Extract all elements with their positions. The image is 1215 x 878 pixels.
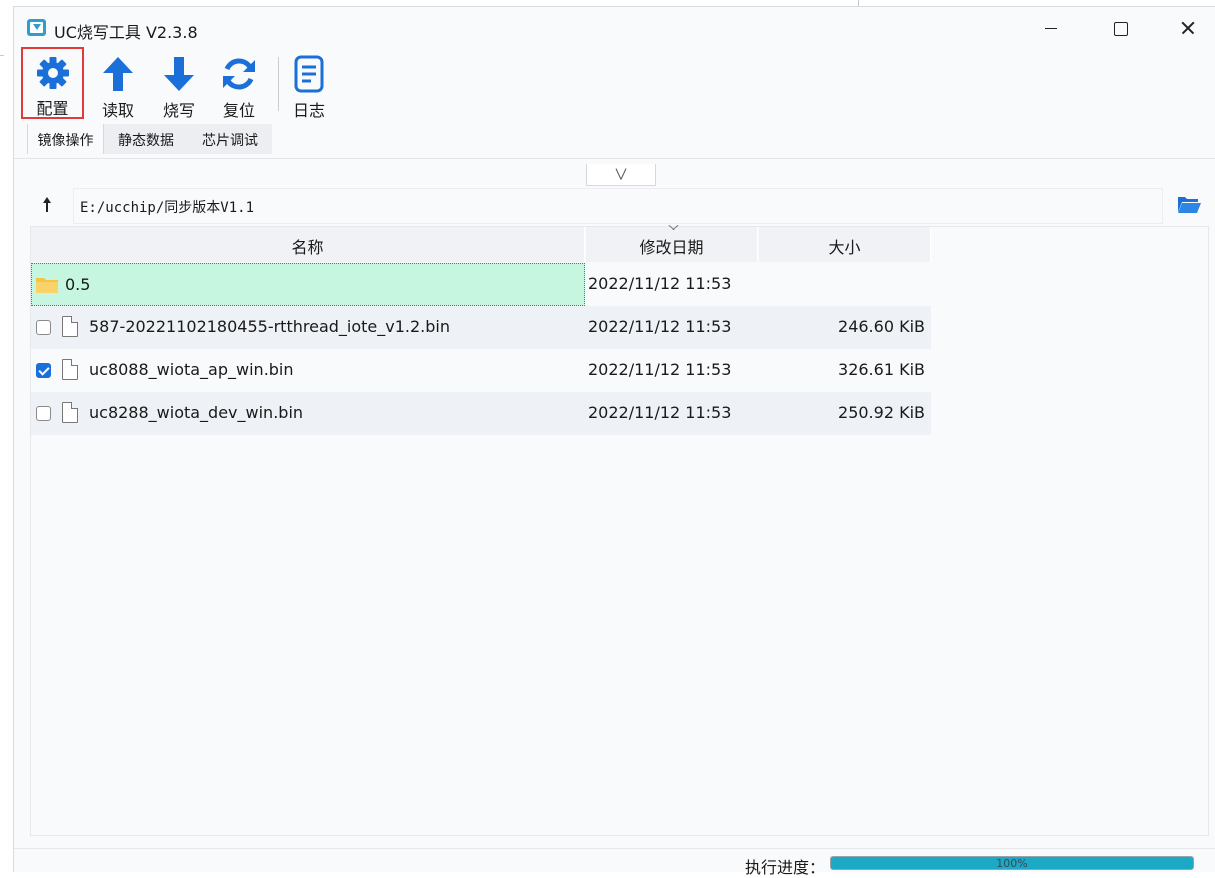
- column-header-name[interactable]: 名称: [31, 227, 585, 262]
- file-icon: [62, 402, 78, 423]
- file-icon: [62, 316, 78, 337]
- date-cell: 2022/11/12 11:53: [588, 403, 732, 422]
- collapse-toggle-button[interactable]: [586, 164, 656, 186]
- date-cell: 2022/11/12 11:53: [588, 360, 732, 379]
- tab-static-data[interactable]: 静态数据: [104, 124, 188, 154]
- maximize-button[interactable]: [1086, 7, 1152, 49]
- size-cell: 250.92 KiB: [838, 403, 925, 422]
- file-checkbox[interactable]: [36, 406, 51, 421]
- arrow-up-icon: [103, 57, 133, 91]
- close-button[interactable]: [1154, 7, 1215, 49]
- tab-divider: [14, 158, 1215, 159]
- background-window: [0, 0, 13, 872]
- file-name: 0.5: [65, 275, 91, 294]
- title-bar: UC烧写工具 V2.3.8: [14, 7, 1215, 49]
- list-item[interactable]: uc8288_wiota_dev_win.bin 2022/11/12 11:5…: [31, 392, 931, 435]
- window-title: UC烧写工具 V2.3.8: [54, 23, 198, 42]
- document-list-icon: [294, 55, 324, 93]
- log-label: 日志: [292, 101, 325, 120]
- file-list: 名称 修改日期 大小 0.5 2022/11/12 11:53 587-2022…: [30, 226, 1209, 836]
- date-cell: 2022/11/12 11:53: [588, 274, 732, 293]
- minimize-button[interactable]: [1018, 7, 1084, 49]
- name-cell[interactable]: 587-20221102180455-rtthread_iote_v1.2.bi…: [31, 306, 585, 349]
- progress-bar: 100%: [830, 856, 1194, 870]
- tab-chip-debug[interactable]: 芯片调试: [188, 124, 272, 154]
- list-item[interactable]: 587-20221102180455-rtthread_iote_v1.2.bi…: [31, 306, 931, 349]
- reset-button[interactable]: 复位: [211, 49, 267, 125]
- reset-label: 复位: [222, 101, 255, 120]
- path-input[interactable]: E:/ucchip/同步版本V1.1: [73, 188, 1163, 224]
- file-name: uc8288_wiota_dev_win.bin: [89, 403, 304, 422]
- app-logo-icon: [27, 19, 46, 36]
- background-divider: [0, 55, 4, 56]
- config-label: 配置: [36, 99, 69, 118]
- column-header-size[interactable]: 大小: [759, 227, 931, 262]
- name-cell[interactable]: uc8088_wiota_ap_win.bin: [31, 349, 585, 392]
- size-cell: 246.60 KiB: [838, 317, 925, 336]
- progress-label: 执行进度：: [745, 858, 826, 877]
- parent-directory-button[interactable]: [39, 194, 55, 214]
- folder-icon: [36, 278, 58, 293]
- file-checkbox[interactable]: [36, 320, 51, 335]
- log-button[interactable]: 日志: [281, 49, 337, 125]
- status-divider: [14, 848, 1215, 849]
- app-window: UC烧写工具 V2.3.8 配置 读取 烧写 复位 日志 镜像操作 静态数据 芯…: [13, 6, 1215, 877]
- date-cell: 2022/11/12 11:53: [588, 317, 732, 336]
- size-cell: [759, 263, 927, 306]
- sort-chevron-icon: [668, 224, 678, 230]
- config-button[interactable]: 配置: [21, 47, 84, 119]
- write-button[interactable]: 烧写: [151, 49, 207, 125]
- file-icon: [62, 359, 78, 380]
- list-item[interactable]: 0.5 2022/11/12 11:53: [31, 263, 931, 306]
- arrow-down-icon: [164, 57, 194, 91]
- write-label: 烧写: [162, 101, 195, 120]
- name-cell[interactable]: uc8288_wiota_dev_win.bin: [31, 392, 585, 435]
- toolbar-separator: [278, 57, 279, 111]
- file-checkbox[interactable]: [36, 363, 51, 378]
- tab-mirror-operation[interactable]: 镜像操作: [27, 124, 104, 154]
- file-name: uc8088_wiota_ap_win.bin: [89, 360, 294, 379]
- size-cell: 326.61 KiB: [838, 360, 925, 379]
- list-item[interactable]: uc8088_wiota_ap_win.bin 2022/11/12 11:53…: [31, 349, 931, 392]
- toolbar: 配置 读取 烧写 复位 日志: [14, 47, 1215, 129]
- read-button[interactable]: 读取: [90, 49, 146, 125]
- gear-icon: [36, 57, 69, 89]
- progress-text: 100%: [996, 857, 1028, 870]
- column-header-date[interactable]: 修改日期: [586, 227, 758, 262]
- folder-open-icon[interactable]: [1176, 193, 1202, 215]
- file-name: 587-20221102180455-rtthread_iote_v1.2.bi…: [89, 317, 450, 336]
- name-cell[interactable]: 0.5: [31, 263, 585, 306]
- refresh-icon: [223, 58, 255, 90]
- read-label: 读取: [101, 101, 134, 120]
